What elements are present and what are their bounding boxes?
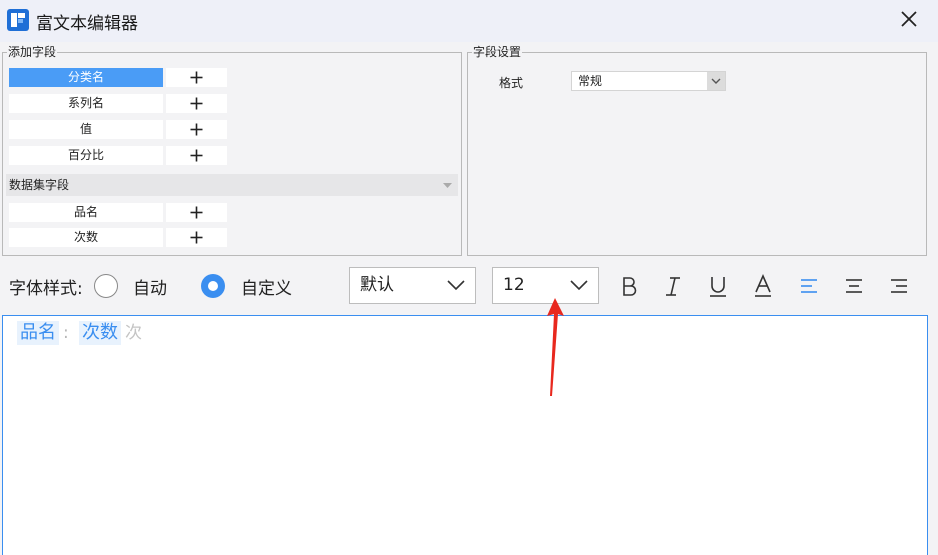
dataset-fields-label: 数据集字段 [9,178,70,192]
align-center-icon[interactable] [841,273,867,299]
field-row-category: 分类名 [9,68,227,87]
chevron-down-icon [447,280,465,291]
field-settings-legend: 字段设置 [472,45,523,59]
dataset-fields-header[interactable]: 数据集字段 [6,174,458,196]
field-count-name[interactable]: 次数 [9,228,163,247]
chevron-down-icon [711,78,721,84]
chevron-down-icon [570,280,588,291]
field-row-count: 次数 [9,228,227,247]
italic-icon[interactable] [660,273,686,299]
add-product-button[interactable] [166,203,227,222]
separator-text: : [63,323,69,343]
font-family-value: 默认 [360,275,394,295]
field-product-name[interactable]: 品名 [9,203,163,222]
plus-icon [190,97,203,110]
field-row-percent: 百分比 [9,146,227,165]
field-chip-product[interactable]: 品名 [17,321,59,345]
underline-icon[interactable] [705,273,731,299]
align-right-icon[interactable] [886,273,912,299]
font-style-label: 字体样式: [9,279,83,299]
font-family-select[interactable]: 默认 [349,267,476,304]
bold-icon[interactable] [616,273,642,299]
add-field-legend: 添加字段 [7,45,58,59]
add-count-button[interactable] [166,228,227,247]
add-category-button[interactable] [166,68,227,87]
format-select-value: 常规 [578,74,603,88]
app-logo-icon [7,9,29,31]
field-row-series: 系列名 [9,94,227,113]
plus-icon [190,71,203,84]
format-dropdown-button[interactable] [707,72,725,90]
field-value-name[interactable]: 值 [9,120,163,139]
add-series-button[interactable] [166,94,227,113]
align-left-icon[interactable] [796,273,822,299]
radio-custom-label[interactable]: 自定义 [241,274,292,299]
close-icon[interactable] [897,6,921,32]
field-chip-count[interactable]: 次数 [79,321,121,345]
field-row-product: 品名 [9,203,227,222]
font-color-icon[interactable] [750,273,776,299]
rich-text-editor[interactable]: 品名 : 次数 次 [2,315,928,555]
radio-auto[interactable] [94,274,118,298]
title-bar: 富文本编辑器 [0,0,938,42]
add-value-button[interactable] [166,120,227,139]
typed-text: 次 [125,323,142,343]
field-category-name[interactable]: 分类名 [9,68,163,87]
plus-icon [190,206,203,219]
format-select[interactable]: 常规 [571,71,726,91]
field-series-name[interactable]: 系列名 [9,94,163,113]
radio-custom[interactable] [201,274,225,298]
font-size-value: 12 [503,275,525,295]
annotation-arrow-icon [547,298,564,396]
window-title: 富文本编辑器 [36,14,138,34]
plus-icon [190,231,203,244]
field-percent-name[interactable]: 百分比 [9,146,163,165]
plus-icon [190,149,203,162]
plus-icon [190,123,203,136]
add-percent-button[interactable] [166,146,227,165]
collapse-arrow-icon [443,183,452,188]
radio-auto-label[interactable]: 自动 [133,274,167,299]
field-row-value: 值 [9,120,227,139]
format-label: 格式 [499,76,524,90]
